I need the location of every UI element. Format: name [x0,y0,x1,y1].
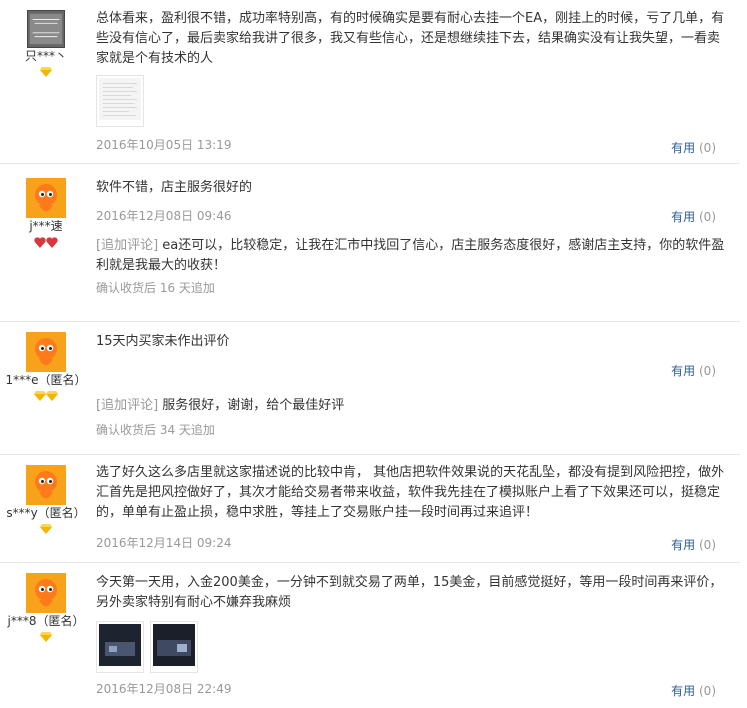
reviewer-name[interactable]: j***8（匿名） [0,614,92,628]
review-date: 2016年10月05日 13:19 [96,138,232,152]
review-photo[interactable] [150,621,198,673]
useful-button[interactable]: 有用 [671,210,695,224]
useful-button[interactable]: 有用 [671,684,695,698]
useful-button[interactable]: 有用 [671,364,695,378]
useful-count: (0) [699,141,716,155]
useful-count: (0) [699,210,716,224]
followup-comment: [追加评论] 服务很好，谢谢，给个最佳好评 [96,396,726,416]
followup-text: ea还可以，比较稳定，让我在汇市中找回了信心，店主服务态度很好，感谢店主支持，你… [96,238,725,273]
avatar [26,573,66,613]
credit-badges [0,67,92,79]
reviewer-name[interactable]: 1***e（匿名） [0,373,92,387]
diamond-icon [40,524,52,534]
avatar [26,332,66,372]
review-text: 15天内买家未作出评价 [96,334,230,349]
useful-vote: 有用 (0) [671,363,716,379]
review-date: 2016年12月08日 09:46 [96,209,232,223]
followup-text: 服务很好，谢谢，给个最佳好评 [162,398,345,413]
heart-icon [46,237,58,248]
review-text: 总体看来，盈利很不错，成功率特别高，有的时候确实是要有耐心去挂一个EA，刚挂上的… [96,11,725,66]
diamond-icon [40,632,52,642]
review-item: j***速 软件不错，店主服务很好的 2016年12月08日 09:46 [追加… [0,164,740,322]
avatar [26,178,66,218]
review-text: 选了好久这么多店里就这家描述说的比较中肯， 其他店把软件效果说的天花乱坠，都没有… [96,465,725,520]
credit-badges [0,237,92,249]
credit-badges [0,632,92,644]
useful-count: (0) [699,364,716,378]
useful-vote: 有用 (0) [671,537,716,553]
review-photo[interactable] [96,621,144,673]
review-list: 只***丶 总体看来，盈利很不错，成功率特别高，有的时候确实是要有耐心去挂一个E… [0,0,747,708]
reviewer-info: s***y（匿名） [0,465,92,536]
useful-vote: 有用 (0) [671,683,716,699]
review-item: s***y（匿名） 选了好久这么多店里就这家描述说的比较中肯， 其他店把软件效果… [0,455,740,563]
review-item: j***8（匿名） 今天第一天用，入金200美金，一分钟不到就交易了两单，15美… [0,563,740,707]
followup-meta: 确认收货后 34 天追加 [96,423,215,437]
followup-tag: [追加评论] [96,398,159,413]
reviewer-info: 1***e（匿名） [0,332,92,403]
credit-badges [0,524,92,536]
useful-vote: 有用 (0) [671,140,716,156]
photo-thumbnail [153,624,195,666]
photo-thumbnail [99,78,141,120]
reviewer-name[interactable]: s***y（匿名） [0,506,92,520]
diamond-icon [34,391,46,401]
review-item: 只***丶 总体看来，盈利很不错，成功率特别高，有的时候确实是要有耐心去挂一个E… [0,0,740,164]
review-text: 软件不错，店主服务很好的 [96,180,253,195]
avatar [27,10,65,48]
avatar [26,465,66,505]
diamond-icon [40,67,52,77]
followup-meta: 确认收货后 16 天追加 [96,281,215,295]
reviewer-name[interactable]: 只***丶 [0,49,92,63]
review-text: 今天第一天用，入金200美金，一分钟不到就交易了两单，15美金，目前感觉挺好，等… [96,575,723,610]
useful-count: (0) [699,538,716,552]
credit-badges [0,391,92,403]
useful-button[interactable]: 有用 [671,538,695,552]
followup-comment: [追加评论] ea还可以，比较稳定，让我在汇市中找回了信心，店主服务态度很好，感… [96,236,726,276]
reviewer-info: j***8（匿名） [0,573,92,644]
review-date: 2016年12月08日 22:49 [96,682,232,696]
reviewer-name[interactable]: j***速 [0,219,92,233]
useful-button[interactable]: 有用 [671,141,695,155]
reviewer-info: j***速 [0,178,92,249]
followup-tag: [追加评论] [96,238,159,253]
useful-count: (0) [699,684,716,698]
heart-icon [34,237,46,248]
useful-vote: 有用 (0) [671,209,716,225]
review-item: 1***e（匿名） 15天内买家未作出评价 [追加评论] 服务很好，谢谢，给个最… [0,322,740,455]
review-date: 2016年12月14日 09:24 [96,536,232,550]
diamond-icon [46,391,58,401]
review-photo[interactable] [96,75,144,127]
reviewer-info: 只***丶 [0,10,92,79]
photo-thumbnail [99,624,141,666]
